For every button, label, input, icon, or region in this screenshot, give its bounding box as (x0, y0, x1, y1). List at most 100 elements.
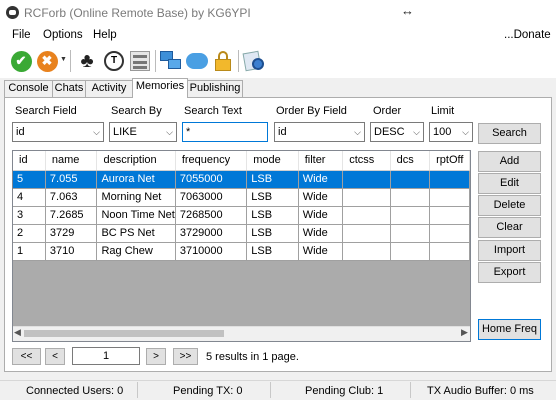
cell-id[interactable]: 1 (13, 242, 46, 261)
cell-ctcss[interactable] (342, 242, 391, 261)
edit-button[interactable]: Edit (478, 173, 541, 194)
scroll-thumb[interactable] (24, 330, 224, 337)
cell-frequency[interactable]: 3729000 (175, 224, 248, 243)
menu-options[interactable]: Options (43, 29, 83, 41)
cell-id[interactable]: 5 (13, 170, 46, 189)
cell-description[interactable]: Aurora Net (96, 170, 176, 189)
search-button[interactable]: Search (478, 123, 541, 144)
cell-name[interactable]: 3729 (45, 224, 98, 243)
cell-dcs[interactable] (390, 242, 431, 261)
cell-dcs[interactable] (390, 206, 431, 225)
cell-ctcss[interactable] (342, 206, 391, 225)
prev-page-button[interactable]: < (45, 348, 65, 365)
order-by-field-select[interactable]: id ⌵ (274, 122, 365, 142)
column-header-id[interactable]: id (13, 151, 46, 171)
tab-chats[interactable]: Chats (52, 80, 86, 97)
cell-id[interactable]: 4 (13, 188, 46, 207)
column-header-dcs[interactable]: dcs (390, 151, 431, 171)
page-input[interactable]: 1 (72, 347, 140, 365)
cell-rptOff[interactable] (429, 224, 470, 243)
cell-rptOff[interactable] (429, 170, 470, 189)
disconnect-icon[interactable]: ✖ (34, 48, 60, 74)
cell-description[interactable]: Rag Chew (96, 242, 176, 261)
cell-id[interactable]: 2 (13, 224, 46, 243)
search-field-select[interactable]: id ⌵ (12, 122, 104, 142)
column-header-frequency[interactable]: frequency (175, 151, 248, 171)
cell-frequency[interactable]: 7055000 (175, 170, 248, 189)
scroll-right-icon[interactable]: ▶ (461, 327, 468, 338)
import-button[interactable]: Import (478, 240, 541, 261)
delete-button[interactable]: Delete (478, 195, 541, 216)
cell-filter[interactable]: Wide (298, 242, 344, 261)
cell-dcs[interactable] (390, 170, 431, 189)
limit-select[interactable]: 100 ⌵ (429, 122, 473, 142)
cell-rptOff[interactable] (429, 188, 470, 207)
add-button[interactable]: Add (478, 151, 541, 172)
cell-description[interactable]: Noon Time Net (96, 206, 176, 225)
connect-icon[interactable]: ✔ (8, 48, 34, 74)
cell-ctcss[interactable] (342, 188, 391, 207)
column-header-ctcss[interactable]: ctcss (342, 151, 391, 171)
search-by-select[interactable]: LIKE ⌵ (109, 122, 177, 142)
cell-filter[interactable]: Wide (298, 224, 344, 243)
table-row[interactable]: 2 3729 BC PS Net 3729000 LSB Wide (13, 224, 470, 243)
table-row[interactable]: 1 3710 Rag Chew 3710000 LSB Wide (13, 242, 470, 261)
cell-frequency[interactable]: 7063000 (175, 188, 248, 207)
scroll-left-icon[interactable]: ◀ (14, 327, 21, 338)
donate-link[interactable]: ...Donate (504, 29, 551, 41)
last-page-button[interactable]: >> (173, 348, 198, 365)
dropdown-arrow-icon[interactable]: ▼ (60, 56, 67, 63)
next-page-button[interactable]: > (146, 348, 166, 365)
tx-icon[interactable]: T (101, 48, 127, 74)
tab-memories[interactable]: Memories (132, 78, 188, 98)
club-icon[interactable]: ♣ (74, 48, 100, 74)
cell-filter[interactable]: Wide (298, 170, 344, 189)
resize-icon[interactable]: ↔ (401, 3, 414, 18)
cell-name[interactable]: 3710 (45, 242, 98, 261)
profile-icon[interactable] (127, 48, 153, 74)
cell-rptOff[interactable] (429, 242, 470, 261)
cell-description[interactable]: BC PS Net (96, 224, 176, 243)
order-select[interactable]: DESC ⌵ (370, 122, 424, 142)
cell-filter[interactable]: Wide (298, 188, 344, 207)
column-header-filter[interactable]: filter (298, 151, 344, 171)
cell-description[interactable]: Morning Net (96, 188, 176, 207)
cell-mode[interactable]: LSB (246, 242, 299, 261)
cell-dcs[interactable] (390, 188, 431, 207)
export-button[interactable]: Export (478, 262, 541, 283)
cell-filter[interactable]: Wide (298, 206, 344, 225)
lock-icon[interactable] (210, 48, 236, 74)
table-row[interactable]: 5 7.055 Aurora Net 7055000 LSB Wide (13, 170, 470, 189)
column-header-mode[interactable]: mode (246, 151, 299, 171)
tab-console[interactable]: Console (4, 80, 53, 97)
cell-mode[interactable]: LSB (246, 170, 299, 189)
network-icon[interactable] (158, 48, 184, 74)
cell-rptOff[interactable] (429, 206, 470, 225)
table-row[interactable]: 4 7.063 Morning Net 7063000 LSB Wide (13, 188, 470, 207)
cell-mode[interactable]: LSB (246, 206, 299, 225)
column-header-description[interactable]: description (96, 151, 176, 171)
tab-publishing[interactable]: Publishing (187, 80, 243, 97)
column-header-name[interactable]: name (45, 151, 98, 171)
settings-icon[interactable] (242, 48, 268, 74)
cell-id[interactable]: 3 (13, 206, 46, 225)
cell-ctcss[interactable] (342, 170, 391, 189)
cell-frequency[interactable]: 7268500 (175, 206, 248, 225)
home-freq-button[interactable]: Home Freq (478, 319, 541, 340)
cell-mode[interactable]: LSB (246, 224, 299, 243)
first-page-button[interactable]: << (12, 348, 41, 365)
search-text-input[interactable]: * (182, 122, 268, 142)
memories-grid[interactable]: id name description frequency mode filter ctcs… (12, 150, 471, 342)
cell-name[interactable]: 7.063 (45, 188, 98, 207)
clear-button[interactable]: Clear (478, 217, 541, 238)
cell-dcs[interactable] (390, 224, 431, 243)
menu-help[interactable]: Help (93, 29, 117, 41)
cloud-icon[interactable] (184, 48, 210, 74)
tab-activity[interactable]: Activity (85, 80, 133, 97)
menu-file[interactable]: File (12, 29, 31, 41)
cell-frequency[interactable]: 3710000 (175, 242, 248, 261)
cell-name[interactable]: 7.2685 (45, 206, 98, 225)
column-header-rptOff[interactable]: rptOff (429, 151, 470, 171)
table-row[interactable]: 3 7.2685 Noon Time Net 7268500 LSB Wide (13, 206, 470, 225)
cell-ctcss[interactable] (342, 224, 391, 243)
